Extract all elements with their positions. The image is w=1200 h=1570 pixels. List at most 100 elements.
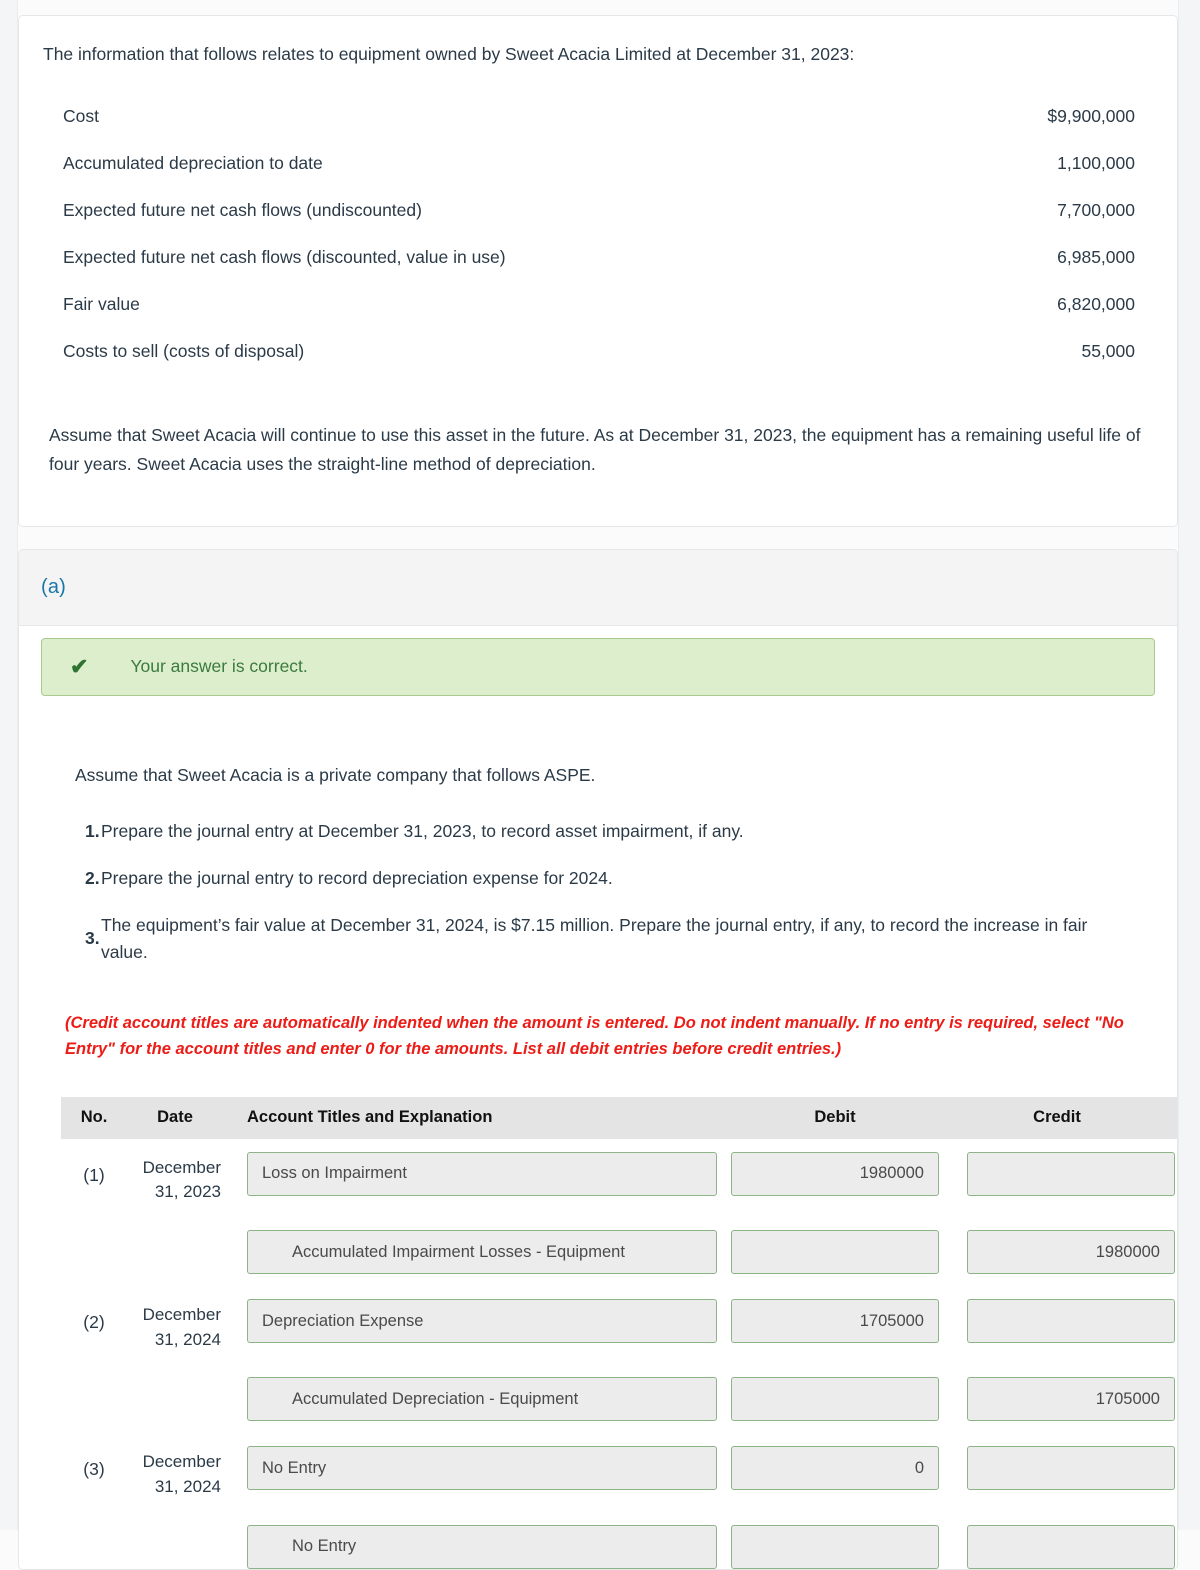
debit-cell: 0 bbox=[731, 1446, 939, 1491]
account-cell: No Entry bbox=[223, 1446, 731, 1491]
debit-amount-input[interactable] bbox=[731, 1524, 939, 1569]
journal-entry-table: No. Date Account Titles and Explanation … bbox=[43, 1096, 1177, 1569]
fact-value: 1,100,000 bbox=[1057, 153, 1135, 174]
account-cell: Loss on Impairment bbox=[223, 1151, 731, 1196]
problem-intro-text: The information that follows relates to … bbox=[43, 44, 855, 64]
column-header-date: Date bbox=[157, 1108, 193, 1127]
part-a-header: (a) bbox=[19, 549, 1177, 626]
entry-date-line1: December bbox=[142, 1452, 221, 1472]
credit-indent-note: (Credit account titles are automatically… bbox=[65, 1014, 1124, 1059]
credit-cell: 1980000 bbox=[939, 1230, 1175, 1275]
check-icon: ✔ bbox=[70, 653, 89, 679]
debit-cell bbox=[731, 1377, 939, 1422]
step-text: Prepare the journal entry at December 31… bbox=[101, 820, 744, 841]
table-row: (2) December 31, 2024 Depreciation Expen… bbox=[61, 1274, 1177, 1352]
aspe-assumption-text: Assume that Sweet Acacia is a private co… bbox=[75, 764, 596, 785]
table-row: (3) December 31, 2024 No Entry 0 bbox=[61, 1421, 1177, 1499]
debit-cell bbox=[731, 1230, 939, 1275]
entry-number: (2) bbox=[83, 1312, 105, 1333]
table-row: Expected future net cash flows (undiscou… bbox=[43, 187, 1153, 234]
account-title-input[interactable]: Accumulated Depreciation - Equipment bbox=[247, 1377, 717, 1422]
account-title-input[interactable]: No Entry bbox=[247, 1446, 717, 1491]
credit-amount-input[interactable]: 1980000 bbox=[967, 1230, 1175, 1275]
table-row: Costs to sell (costs of disposal) 55,000 bbox=[43, 328, 1153, 375]
entry-date-blank bbox=[127, 1525, 223, 1529]
debit-amount-input[interactable] bbox=[731, 1377, 939, 1422]
requirements-list: 1. Prepare the journal entry at December… bbox=[43, 818, 1153, 967]
credit-cell: 1705000 bbox=[939, 1377, 1175, 1422]
entry-date: December 31, 2023 bbox=[127, 1152, 223, 1205]
entry-date: December 31, 2024 bbox=[127, 1299, 223, 1352]
problem-assumption-text: Assume that Sweet Acacia will continue t… bbox=[49, 425, 1141, 474]
account-title-input[interactable]: Depreciation Expense bbox=[247, 1299, 717, 1344]
entry-date-blank bbox=[127, 1377, 223, 1381]
debit-cell: 1705000 bbox=[731, 1299, 939, 1344]
page-root: The information that follows relates to … bbox=[18, 0, 1178, 1570]
step-number: 3. bbox=[85, 928, 100, 949]
entry-date-blank bbox=[127, 1230, 223, 1234]
debit-amount-input[interactable]: 1980000 bbox=[731, 1151, 939, 1196]
account-title-input[interactable]: Loss on Impairment bbox=[247, 1151, 717, 1196]
problem-card: The information that follows relates to … bbox=[18, 15, 1178, 527]
entry-date-line1: December bbox=[142, 1157, 221, 1177]
column-header-account: Account Titles and Explanation bbox=[247, 1108, 493, 1127]
table-row: (1) December 31, 2023 Loss on Impairment… bbox=[61, 1139, 1177, 1205]
step-number: 1. bbox=[85, 820, 100, 841]
fact-value: 6,820,000 bbox=[1057, 294, 1135, 315]
table-row: Accumulated Depreciation - Equipment 170… bbox=[61, 1352, 1177, 1422]
list-item: 3. The equipment’s fair value at Decembe… bbox=[43, 912, 1153, 966]
entry-date: December 31, 2024 bbox=[127, 1446, 223, 1499]
fact-label: Cost bbox=[63, 106, 99, 127]
debit-cell bbox=[731, 1524, 939, 1569]
fact-label: Accumulated depreciation to date bbox=[63, 153, 323, 174]
fact-label: Fair value bbox=[63, 294, 140, 315]
entry-date-line2: 31, 2024 bbox=[154, 1329, 221, 1349]
account-cell: Accumulated Depreciation - Equipment bbox=[223, 1377, 731, 1422]
debit-cell: 1980000 bbox=[731, 1151, 939, 1196]
credit-amount-input[interactable] bbox=[967, 1151, 1175, 1196]
entry-number: (1) bbox=[83, 1164, 105, 1185]
table-row: No Entry bbox=[61, 1500, 1177, 1569]
table-row: Accumulated depreciation to date 1,100,0… bbox=[43, 140, 1153, 187]
list-item: 1. Prepare the journal entry at December… bbox=[43, 818, 1153, 845]
table-row: Expected future net cash flows (discount… bbox=[43, 234, 1153, 281]
table-row: Accumulated Impairment Losses - Equipmen… bbox=[61, 1205, 1177, 1275]
entry-number-blank bbox=[61, 1525, 127, 1538]
credit-amount-input[interactable] bbox=[967, 1524, 1175, 1569]
answer-correct-banner: ✔ Your answer is correct. bbox=[41, 637, 1155, 696]
part-letter-label: (a) bbox=[41, 575, 67, 598]
debit-amount-input[interactable] bbox=[731, 1230, 939, 1275]
problem-card-body: The information that follows relates to … bbox=[19, 16, 1177, 526]
entry-number-blank bbox=[61, 1377, 127, 1390]
column-header-no: No. bbox=[80, 1108, 108, 1127]
answer-correct-text: Your answer is correct. bbox=[130, 656, 308, 677]
credit-amount-input[interactable] bbox=[967, 1446, 1175, 1491]
account-cell: No Entry bbox=[223, 1524, 731, 1569]
credit-cell bbox=[939, 1524, 1175, 1569]
account-title-input[interactable]: No Entry bbox=[247, 1524, 717, 1569]
account-cell: Accumulated Impairment Losses - Equipmen… bbox=[223, 1230, 731, 1275]
part-a-body: Assume that Sweet Acacia is a private co… bbox=[19, 696, 1177, 1569]
fact-label: Expected future net cash flows (discount… bbox=[63, 247, 506, 268]
credit-cell bbox=[939, 1446, 1175, 1491]
credit-amount-input[interactable] bbox=[967, 1299, 1175, 1344]
column-header-credit: Credit bbox=[1033, 1108, 1081, 1127]
debit-amount-input[interactable]: 1705000 bbox=[731, 1299, 939, 1344]
part-a-card: (a) ✔ Your answer is correct. Assume tha… bbox=[18, 548, 1178, 1570]
entry-date-line1: December bbox=[142, 1305, 221, 1325]
fact-value: 6,985,000 bbox=[1057, 247, 1135, 268]
table-row: Cost $9,900,000 bbox=[43, 93, 1153, 140]
entry-number: (3) bbox=[83, 1459, 105, 1480]
debit-amount-input[interactable]: 0 bbox=[731, 1446, 939, 1491]
fact-value: 7,700,000 bbox=[1057, 200, 1135, 221]
step-number: 2. bbox=[85, 867, 100, 888]
table-row: Fair value 6,820,000 bbox=[43, 281, 1153, 328]
credit-amount-input[interactable]: 1705000 bbox=[967, 1377, 1175, 1422]
problem-facts-table: Cost $9,900,000 Accumulated depreciation… bbox=[43, 93, 1153, 375]
entry-date-line2: 31, 2023 bbox=[154, 1182, 221, 1202]
credit-cell bbox=[939, 1151, 1175, 1196]
right-gutter bbox=[1178, 0, 1200, 1530]
account-title-input[interactable]: Accumulated Impairment Losses - Equipmen… bbox=[247, 1230, 717, 1275]
fact-value: $9,900,000 bbox=[1047, 106, 1135, 127]
fact-label: Expected future net cash flows (undiscou… bbox=[63, 200, 422, 221]
